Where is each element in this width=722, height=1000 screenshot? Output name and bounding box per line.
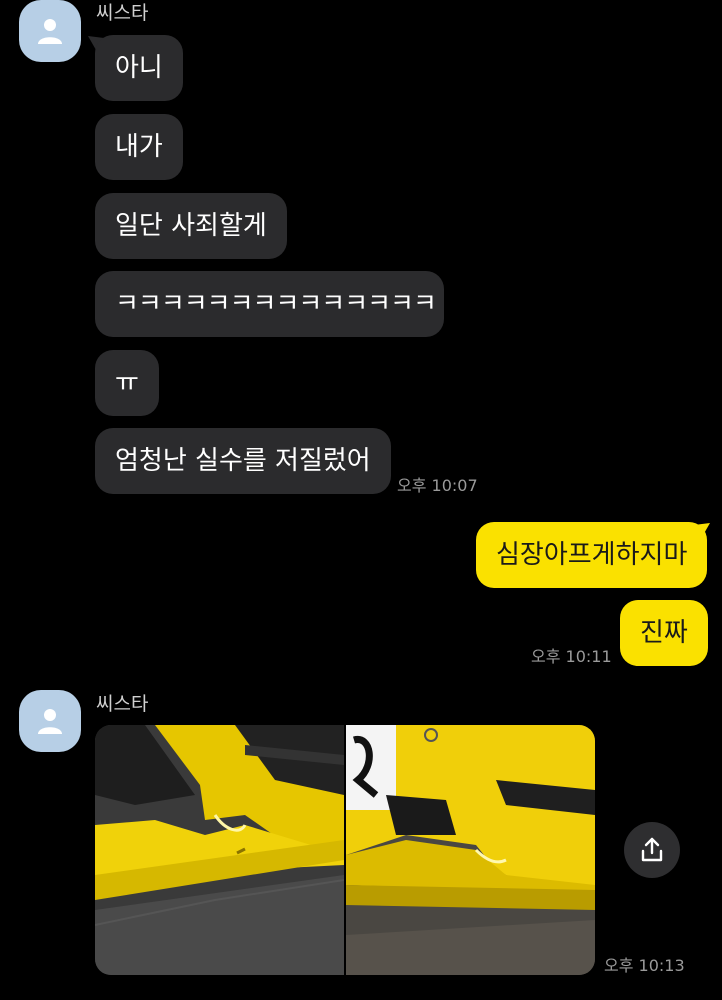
message-timestamp: 오후 10:07 bbox=[397, 476, 478, 495]
car-bumper-photo bbox=[95, 725, 344, 975]
message-bubble-incoming[interactable]: 일단 사죄할게 bbox=[95, 193, 287, 259]
avatar[interactable] bbox=[19, 0, 81, 62]
photo-attachment[interactable] bbox=[95, 725, 344, 975]
share-button[interactable] bbox=[624, 822, 680, 878]
sender-name: 씨스타 bbox=[96, 693, 149, 715]
message-timestamp: 오후 10:11 bbox=[531, 647, 612, 666]
message-bubble-outgoing[interactable]: 진짜 bbox=[620, 600, 708, 666]
message-bubble-incoming[interactable]: 엄청난 실수를 저질렀어 bbox=[95, 428, 391, 494]
avatar[interactable] bbox=[19, 690, 81, 752]
chat-screen: 씨스타 아니 내가 일단 사죄할게 ㅋㅋㅋㅋㅋㅋㅋㅋㅋㅋㅋㅋㅋㅋ ㅠ 엄청난 실… bbox=[0, 0, 722, 1000]
photo-attachment-group[interactable] bbox=[95, 725, 595, 975]
bubble-tail bbox=[694, 523, 710, 537]
car-bumper-photo bbox=[346, 725, 595, 975]
sender-name: 씨스타 bbox=[96, 2, 149, 24]
person-icon bbox=[38, 709, 62, 734]
share-icon bbox=[641, 837, 663, 862]
message-bubble-incoming[interactable]: ㅋㅋㅋㅋㅋㅋㅋㅋㅋㅋㅋㅋㅋㅋ bbox=[95, 271, 444, 337]
person-icon bbox=[38, 19, 62, 44]
message-bubble-incoming[interactable]: 아니 bbox=[95, 35, 183, 101]
message-bubble-incoming[interactable]: ㅠ bbox=[95, 350, 159, 416]
message-bubble-incoming[interactable]: 내가 bbox=[95, 114, 183, 180]
photo-attachment[interactable] bbox=[346, 725, 595, 975]
message-timestamp: 오후 10:13 bbox=[604, 956, 685, 975]
message-bubble-outgoing[interactable]: 심장아프게하지마 bbox=[476, 522, 708, 588]
